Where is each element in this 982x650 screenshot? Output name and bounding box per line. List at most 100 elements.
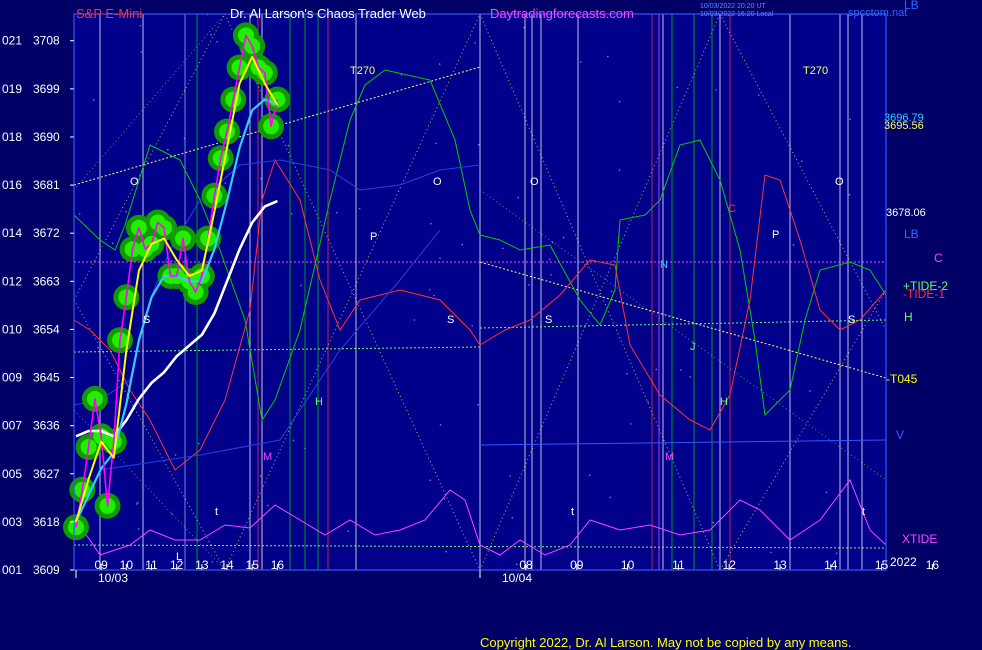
star: [618, 169, 621, 171]
astro-label: t: [571, 506, 574, 518]
astro-label: t: [215, 506, 218, 518]
brand-label: spcctom.nat: [848, 7, 907, 19]
astro-label: O: [130, 176, 139, 188]
star: [579, 61, 582, 63]
astro-label: L: [176, 551, 182, 563]
x-tick-label: 15: [246, 558, 260, 572]
star: [517, 196, 519, 199]
astro-label: O: [835, 176, 844, 188]
star: [477, 403, 479, 406]
star: [435, 142, 437, 145]
star: [445, 550, 448, 553]
x-tick-label: 10: [621, 558, 635, 572]
astro-label: J: [690, 341, 696, 353]
y-tick-code: 007: [2, 419, 22, 433]
copyright: Copyright 2022, Dr. Al Larson. May not b…: [480, 635, 851, 650]
date-label: 10/03: [98, 571, 128, 585]
y-tick-price: 3690: [33, 130, 60, 144]
star: [439, 424, 442, 426]
astro-label: S: [848, 314, 855, 326]
star: [801, 160, 803, 162]
astro-label: M: [263, 451, 272, 463]
star: [647, 401, 649, 403]
corner-label: LB: [904, 0, 919, 12]
astro-label: T270: [803, 65, 828, 77]
y-tick-price: 3699: [33, 82, 60, 96]
star: [478, 143, 480, 146]
star: [825, 491, 828, 494]
y-tick-code: 018: [2, 130, 22, 144]
chaos-chart: 021 3708 019 3699 018 3690 016 3681 014 3672 012 36…: [0, 0, 982, 650]
astro-label: H: [720, 396, 728, 408]
star: [474, 42, 476, 44]
star: [97, 347, 99, 349]
star: [336, 212, 338, 214]
right-label: -TIDE-1: [903, 287, 945, 301]
x-tick-label: 12: [723, 558, 737, 572]
timestamp-ut: 10/03/2022 20:20 UT: [700, 3, 766, 10]
star: [515, 563, 518, 566]
site-link[interactable]: Daytradingforecasts.com: [490, 6, 634, 21]
year-label: 2022: [890, 555, 917, 569]
star: [137, 501, 139, 504]
y-tick-code: 019: [2, 82, 22, 96]
y-tick-code: 012: [2, 274, 22, 288]
date-label: 10/04: [502, 571, 532, 585]
star: [680, 369, 682, 371]
y-tick-price: 3654: [33, 322, 60, 336]
star: [715, 89, 717, 91]
star: [125, 210, 127, 213]
star: [607, 55, 609, 58]
star: [439, 257, 441, 260]
star: [588, 474, 591, 477]
astro-label: S: [447, 314, 454, 326]
star: [140, 51, 143, 53]
star: [849, 118, 851, 120]
star: [290, 213, 293, 215]
star: [111, 242, 114, 244]
astro-label: C: [728, 203, 736, 215]
star: [93, 99, 95, 101]
astro-label: O: [530, 176, 539, 188]
y-tick-price: 3627: [33, 467, 60, 481]
star: [461, 243, 464, 246]
star: [137, 528, 140, 530]
right-value: 3695.56: [884, 120, 924, 132]
star: [170, 513, 173, 515]
star: [689, 376, 691, 378]
y-tick-code: 016: [2, 178, 22, 192]
y-tick-price: 3636: [33, 419, 60, 433]
y-tick-price: 3672: [33, 226, 60, 240]
star: [609, 496, 611, 499]
x-tick-label: 09: [570, 558, 584, 572]
y-tick-price: 3645: [33, 371, 60, 385]
symbol-label: S&P E-Mini: [76, 6, 142, 21]
x-tick-label: 15: [875, 558, 889, 572]
x-tick-label: 14: [824, 558, 838, 572]
star: [167, 148, 169, 151]
star: [626, 372, 628, 375]
right-label: -T045: [886, 372, 918, 386]
right-label: V: [896, 428, 904, 442]
star: [792, 244, 795, 246]
star: [78, 213, 81, 215]
right-label: C: [934, 251, 943, 265]
star: [511, 517, 514, 519]
x-tick-label: 14: [220, 558, 234, 572]
y-tick-code: 014: [2, 226, 22, 240]
star: [211, 561, 214, 563]
astro-label: N: [660, 259, 668, 271]
star: [413, 319, 416, 321]
star: [267, 504, 269, 507]
x-tick-label: 11: [145, 558, 158, 572]
y-tick-price: 3708: [33, 34, 60, 48]
star: [618, 101, 621, 103]
astro-label: t: [862, 506, 865, 518]
y-tick-code: 009: [2, 371, 22, 385]
y-tick-code: 001: [2, 563, 22, 577]
star: [712, 521, 715, 524]
page-title: Dr. Al Larson's Chaos Trader Web: [230, 6, 426, 21]
star: [848, 193, 851, 196]
right-label: H: [904, 310, 913, 324]
timestamp-local: 10/03/2022 16:20 Local: [700, 11, 774, 18]
